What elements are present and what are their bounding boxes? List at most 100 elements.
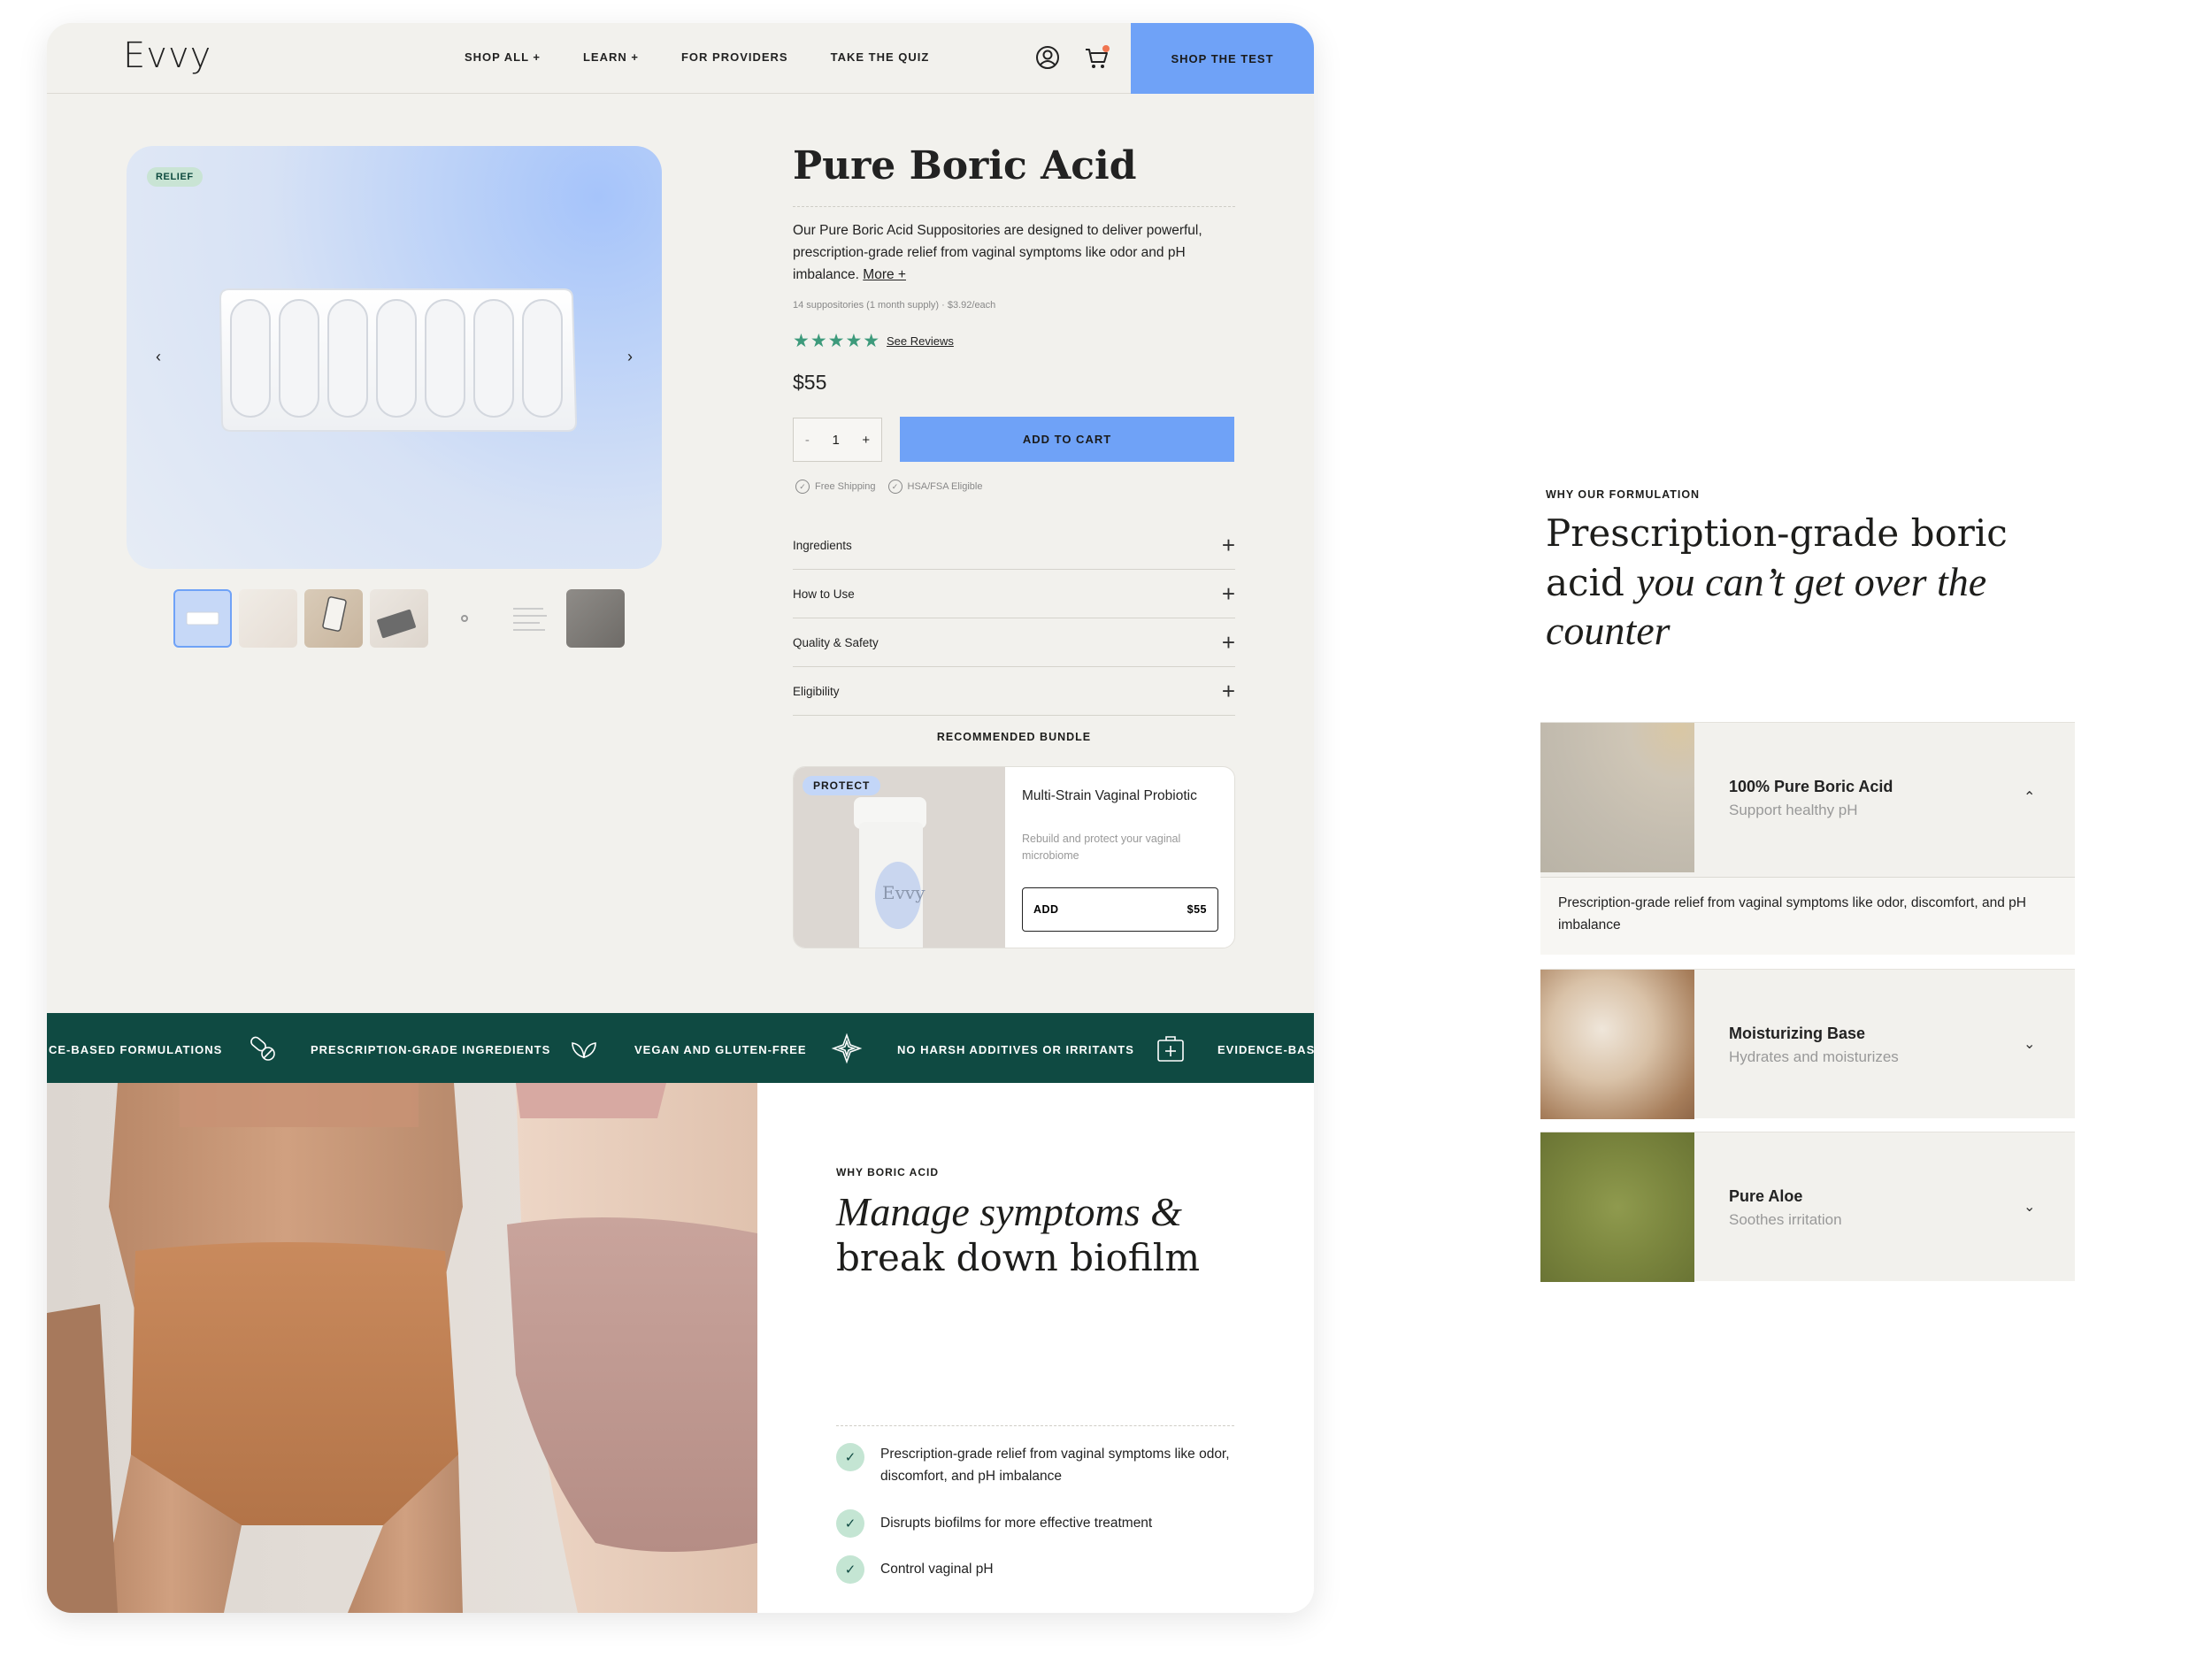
supply-info: 14 suppositories (1 month supply) · $3.9… [793, 300, 996, 311]
formulation-heading: Prescription-grade boric acid you can’t … [1546, 510, 2041, 655]
marquee-item: VEGAN AND GLUTEN-FREE [634, 1043, 807, 1056]
why-heading: Manage symptoms & break down biofilm [836, 1189, 1225, 1281]
accordion-label: Ingredients [793, 538, 852, 552]
why-heading-italic: Manage symptoms & [836, 1189, 1182, 1234]
marquee-item: CE-BASED FORMULATIONS [49, 1043, 223, 1056]
perk-free-shipping: ✓ Free Shipping [795, 480, 876, 494]
thumbnail-2[interactable] [239, 589, 297, 648]
protect-badge: PROTECT [803, 776, 881, 795]
ingredient-name: Pure Aloe [1729, 1187, 1803, 1205]
see-reviews-link[interactable]: See Reviews [887, 334, 954, 348]
bundle-add-button[interactable]: ADD $55 [1022, 887, 1218, 932]
formulation-heading-line2: acid you can’t get over the [1546, 557, 2041, 607]
ingredient-sub: Hydrates and moisturizes [1729, 1048, 1899, 1065]
check-icon: ✓ [836, 1443, 864, 1471]
recommended-bundle-title: RECOMMENDED BUNDLE [936, 731, 1092, 743]
marquee-item: EVIDENCE-BASE [1217, 1043, 1314, 1056]
ingredient-moisturizing-base[interactable]: Moisturizing Base Hydrates and moisturiz… [1540, 969, 2075, 1119]
benefit-text: Disrupts biofilms for more effective tre… [880, 1516, 1153, 1531]
benefits-marquee: CE-BASED FORMULATIONS PRESCRIPTION-GRADE… [47, 1013, 1314, 1083]
cart-icon[interactable] [1082, 42, 1112, 73]
leaf-icon [572, 1042, 596, 1059]
probiotic-image: Evvy PROTECT [794, 767, 1005, 948]
ingredient-name: Moisturizing Base [1729, 1025, 1866, 1042]
add-price: $55 [1187, 903, 1207, 916]
thumbnail-7[interactable] [566, 589, 625, 648]
perk-hsa-fsa: ✓ HSA/FSA Eligible [887, 480, 983, 494]
check-circle-icon: ✓ [887, 480, 902, 494]
shop-the-test-button[interactable]: SHOP THE TEST [1131, 23, 1314, 94]
gallery-next-arrow[interactable]: › [618, 344, 642, 369]
moisturizing-base-texture-image [1540, 970, 1694, 1119]
accordion-how-to-use[interactable]: How to Use + [793, 570, 1235, 618]
qty-value[interactable]: 1 [832, 433, 839, 448]
ingredient-sub: Support healthy pH [1729, 802, 1858, 818]
quantity-stepper: - 1 + [793, 418, 882, 462]
bundle-card: Evvy PROTECT Multi-Strain Vaginal Probio… [793, 766, 1235, 948]
check-icon: ✓ [836, 1555, 864, 1584]
ingredient-boric-acid[interactable]: 100% Pure Boric Acid Support healthy pH … [1540, 722, 2075, 955]
plus-icon: + [1221, 580, 1235, 607]
accordion-quality-safety[interactable]: Quality & Safety + [793, 618, 1235, 667]
nav-for-providers[interactable]: FOR PROVIDERS [681, 50, 788, 64]
add-label: ADD [1033, 903, 1059, 916]
formulation-heading-line1: Prescription-grade boric [1546, 511, 2008, 555]
benefit-item: ✓ Prescription-grade relief from vaginal … [836, 1443, 1234, 1487]
thumbnail-1[interactable] [173, 589, 232, 648]
more-link[interactable]: More + [863, 267, 906, 282]
ingredient-body: Prescription-grade relief from vaginal s… [1540, 877, 2075, 955]
perk-label: HSA/FSA Eligible [907, 481, 983, 492]
plus-icon: + [1221, 677, 1235, 704]
nav-links: SHOP ALL + LEARN + FOR PROVIDERS TAKE TH… [465, 50, 929, 64]
first-aid-icon [1157, 1036, 1184, 1062]
ingredient-name: 100% Pure Boric Acid [1729, 778, 1893, 795]
ingredient-pure-aloe[interactable]: Pure Aloe Soothes irritation ⌄ [1540, 1132, 2075, 1282]
benefit-text: Prescription-grade relief from vaginal s… [880, 1447, 1230, 1484]
divider [793, 206, 1235, 207]
star-rating: ★★★★★ [793, 331, 881, 351]
chevron-down-icon[interactable]: ⌄ [2024, 1198, 2035, 1216]
qty-decrease-button[interactable]: - [805, 433, 810, 448]
nav-take-the-quiz[interactable]: TAKE THE QUIZ [831, 50, 930, 64]
dot-icon [461, 615, 468, 622]
thumbnail-4[interactable] [370, 589, 428, 648]
product-gallery: RELIEF ‹ › [127, 146, 662, 569]
gallery-thumbnails [173, 589, 625, 648]
check-icon: ✓ [836, 1509, 864, 1538]
divider [836, 1425, 1234, 1426]
gallery-prev-arrow[interactable]: ‹ [146, 344, 171, 369]
nav-shop-all[interactable]: SHOP ALL + [465, 50, 541, 64]
chevron-up-icon[interactable]: ⌃ [2024, 788, 2035, 806]
bottle-logo: Evvy [882, 882, 926, 903]
aloe-texture-image [1540, 1132, 1694, 1282]
add-to-cart-button[interactable]: ADD TO CART [900, 417, 1234, 462]
qty-increase-button[interactable]: + [862, 433, 870, 448]
product-page: Evvy SHOP ALL + LEARN + FOR PROVIDERS TA… [47, 23, 1314, 1613]
nav-learn[interactable]: LEARN + [583, 50, 639, 64]
suppository-blister-image [219, 288, 578, 432]
chevron-down-icon[interactable]: ⌄ [2024, 1035, 2035, 1053]
marquee-item: NO HARSH ADDITIVES OR IRRITANTS [897, 1043, 1134, 1056]
thumbnail-6[interactable] [501, 589, 559, 648]
formulation-heading-line3: counter [1546, 608, 1671, 653]
accordion-eligibility[interactable]: Eligibility + [793, 667, 1235, 716]
product-title: Pure Boric Acid [793, 143, 1137, 188]
formulation-heading-regular: acid [1546, 561, 1637, 604]
formulation-heading-italic: you can’t get over the [1636, 559, 1987, 604]
thumbnail-5[interactable] [435, 589, 494, 648]
evvy-logo[interactable]: Evvy [123, 35, 211, 76]
perks: ✓ Free Shipping ✓ HSA/FSA Eligible [795, 480, 982, 494]
benefit-item: ✓ Control vaginal pH [836, 1555, 994, 1584]
benefit-item: ✓ Disrupts biofilms for more effective tr… [836, 1509, 1152, 1538]
accordion-label: How to Use [793, 587, 855, 601]
accordion-ingredients[interactable]: Ingredients + [793, 521, 1235, 570]
boric-acid-texture-image [1540, 723, 1694, 872]
why-boric-acid-section: WHY BORIC ACID Manage symptoms & break d… [757, 1083, 1314, 1613]
lifestyle-image [47, 1083, 757, 1613]
thumbnail-3[interactable] [304, 589, 363, 648]
perk-label: Free Shipping [815, 481, 876, 492]
why-eyebrow: WHY BORIC ACID [836, 1166, 939, 1178]
bundle-product-name: Multi-Strain Vaginal Probiotic [1022, 788, 1197, 803]
account-icon[interactable] [1033, 42, 1063, 73]
formulation-eyebrow: WHY OUR FORMULATION [1546, 488, 1701, 501]
